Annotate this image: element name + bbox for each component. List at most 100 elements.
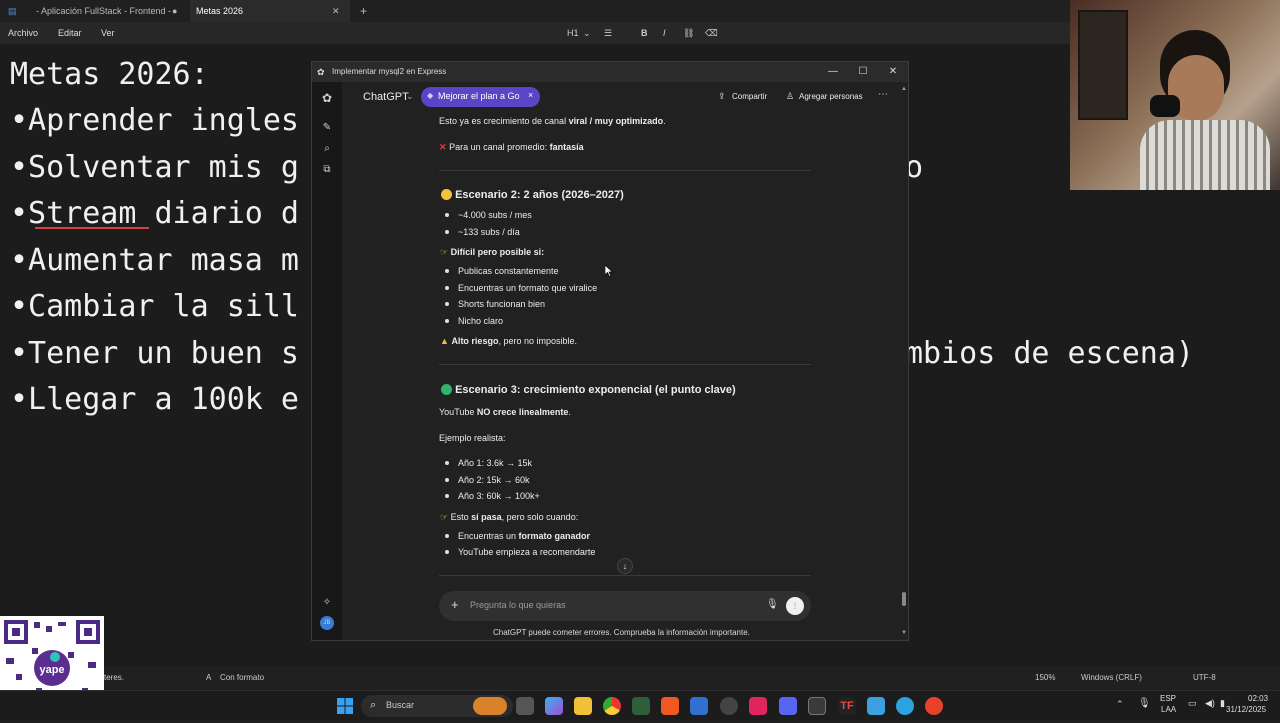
microphone-icon[interactable]: 🎙: [766, 599, 779, 610]
shelf: [1078, 10, 1128, 120]
windows-start-icon[interactable]: [337, 698, 353, 714]
scrollbar[interactable]: ▲ ▼: [901, 86, 907, 638]
bullet: [445, 230, 449, 234]
link-icon[interactable]: ⛓: [683, 22, 694, 44]
tab-metas[interactable]: Metas 2026: [190, 0, 350, 22]
chevron-up-icon[interactable]: ⌃: [1116, 699, 1124, 710]
openai-logo-icon[interactable]: ✿: [318, 90, 336, 106]
green-circle-icon: [441, 384, 452, 395]
notepad-taskbar-icon[interactable]: [867, 697, 885, 715]
new-tab-icon[interactable]: +: [360, 0, 367, 22]
bullet: [445, 461, 449, 465]
status-encoding[interactable]: UTF-8: [1193, 666, 1216, 690]
message-line: YouTube NO crece linealmente.: [439, 407, 571, 417]
format-icon: A: [206, 673, 212, 682]
terminal-icon[interactable]: [632, 697, 650, 715]
menu-ver[interactable]: Ver: [101, 22, 115, 44]
model-selector[interactable]: ChatGPT: [363, 91, 409, 103]
battery-icon[interactable]: ▮: [1220, 698, 1225, 709]
menu-editar[interactable]: Editar: [58, 22, 82, 44]
copilot-icon[interactable]: [545, 697, 563, 715]
add-people-button[interactable]: Agregar personas: [799, 92, 863, 101]
bullet: [445, 213, 449, 217]
share-icon[interactable]: ⇪: [718, 91, 726, 102]
list-item: ~133 subs / día: [458, 227, 520, 237]
phone-link-icon[interactable]: ▭: [1188, 698, 1197, 709]
status-chars: teres.: [104, 673, 125, 682]
tiktok-icon[interactable]: [749, 697, 767, 715]
scroll-down-icon[interactable]: ▼: [901, 630, 907, 636]
search-icon[interactable]: ⌕: [318, 141, 336, 157]
obs-icon[interactable]: [720, 697, 738, 715]
microphone: [1150, 95, 1180, 117]
clock-date[interactable]: 31/12/2025: [1226, 705, 1266, 714]
chevron-down-icon[interactable]: ⌄: [583, 22, 591, 44]
more-options-icon[interactable]: ⋯: [878, 89, 888, 100]
sidebar-rail: ✿ ✎ ⌕ ⧉ ✧ JB: [312, 82, 342, 640]
plus-icon[interactable]: +: [451, 598, 459, 612]
upgrade-pill[interactable]: ◆ Mejorar el plan a Go ×: [421, 87, 540, 107]
status-zoom[interactable]: 150%: [1035, 666, 1055, 690]
note-line: •Llegar a 100k e: [10, 382, 299, 417]
microphone-icon[interactable]: 🎙: [1138, 698, 1151, 709]
disclaimer: ChatGPT puede cometer errores. Comprueba…: [493, 628, 750, 637]
close-icon[interactable]: ×: [528, 90, 533, 100]
task-view-icon[interactable]: [516, 697, 534, 715]
app-icon[interactable]: [690, 697, 708, 715]
scroll-thumb[interactable]: [902, 592, 906, 606]
bold-button[interactable]: B: [641, 22, 648, 44]
language-layout[interactable]: LAA: [1161, 705, 1176, 714]
notepad-status-bar: teres. A Con formato 150% Windows (CRLF)…: [0, 666, 1280, 690]
taskbar-search[interactable]: ⌕ Buscar: [361, 695, 513, 717]
minimize-button[interactable]: —: [818, 62, 848, 82]
message-line: Esto ya es crecimiento de canal viral / …: [439, 116, 666, 126]
composer: + Pregunta lo que quieras 🎙 ⫶: [439, 591, 811, 621]
add-person-icon[interactable]: ♙: [786, 91, 794, 102]
voice-mode-icon[interactable]: ⫶: [786, 597, 804, 615]
volume-icon[interactable]: ◀): [1205, 698, 1215, 709]
list-item: Año 2: 15k → 60k: [458, 475, 530, 485]
window-title: Implementar mysql2 en Express: [332, 67, 447, 76]
share-button[interactable]: Compartir: [732, 92, 767, 101]
divider: [439, 364, 811, 365]
brave-icon[interactable]: [661, 697, 679, 715]
avatar[interactable]: JB: [320, 616, 334, 630]
tf-app-icon[interactable]: TF: [838, 697, 856, 715]
list-item: Encuentras un formato que viralice: [458, 283, 598, 293]
message-input[interactable]: Pregunta lo que quieras: [470, 600, 566, 610]
postman-icon[interactable]: [925, 697, 943, 715]
status-eol[interactable]: Windows (CRLF): [1081, 666, 1142, 690]
tab-close-icon[interactable]: ✕: [332, 0, 340, 22]
menu-archivo[interactable]: Archivo: [8, 22, 38, 44]
bullet: [445, 494, 449, 498]
list-item: Encuentras un formato ganador: [458, 531, 591, 541]
search-label: Buscar: [386, 700, 415, 710]
person-shirt: [1140, 120, 1270, 190]
discord-icon[interactable]: [779, 697, 797, 715]
clock-time[interactable]: 02:03: [1248, 694, 1268, 703]
italic-button[interactable]: I: [663, 22, 666, 44]
note-line: •Aprender ingles: [10, 103, 299, 138]
list-icon[interactable]: ☰: [604, 22, 612, 44]
messenger-icon[interactable]: [896, 697, 914, 715]
list-item: Año 3: 60k → 100k+: [458, 491, 540, 501]
tab-dot-icon[interactable]: ●: [172, 0, 177, 22]
list-item: Nicho claro: [458, 316, 504, 326]
sparkle-icon[interactable]: ✧: [318, 595, 336, 611]
status-format[interactable]: Con formato: [220, 666, 264, 690]
new-chat-icon[interactable]: ✎: [318, 120, 336, 136]
maximize-button[interactable]: ☐: [848, 62, 878, 82]
chrome-icon[interactable]: [603, 697, 621, 715]
tab-fullstack[interactable]: - Aplicación FullStack - Frontend -: [36, 0, 171, 22]
library-icon[interactable]: ⧉: [318, 162, 336, 178]
chevron-down-icon[interactable]: ⌄: [406, 91, 414, 102]
scroll-up-icon[interactable]: ▲: [901, 86, 907, 92]
heading-dropdown[interactable]: H1: [567, 22, 579, 44]
scroll-down-arrow-icon[interactable]: ↓: [617, 558, 633, 574]
chatgpt-taskbar-icon[interactable]: [808, 697, 826, 715]
language-code[interactable]: ESP: [1160, 694, 1176, 703]
clear-format-icon[interactable]: ⌫: [705, 22, 718, 44]
file-explorer-icon[interactable]: [574, 697, 592, 715]
close-button[interactable]: ✕: [878, 62, 908, 82]
list-item: ~4.000 subs / mes: [458, 210, 532, 220]
